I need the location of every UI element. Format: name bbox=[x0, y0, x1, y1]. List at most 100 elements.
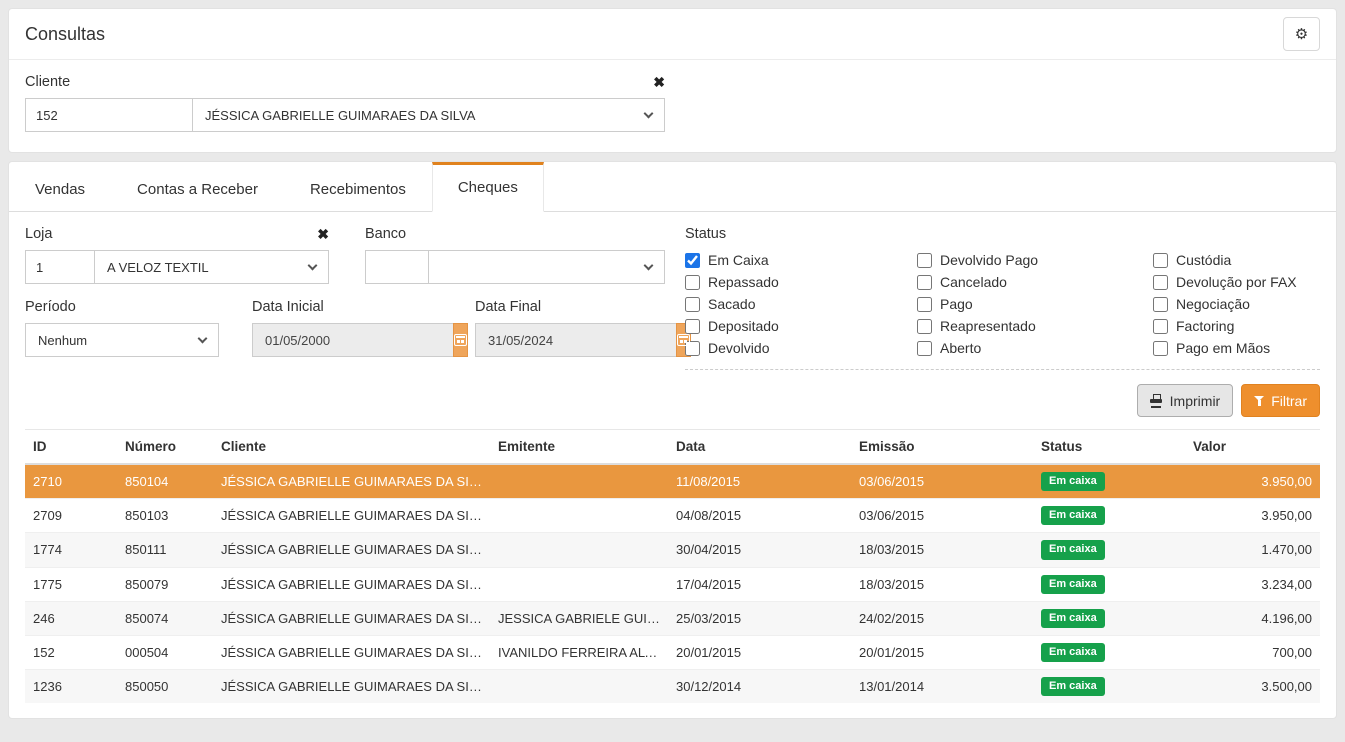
status-checkbox-item[interactable]: Pago em Mãos bbox=[1153, 337, 1320, 359]
status-checkbox-item[interactable]: Sacado bbox=[685, 293, 917, 315]
table-column-header[interactable]: ID bbox=[25, 430, 117, 465]
table-row[interactable]: 1236 850050 JÉSSICA GABRIELLE GUIMARAES … bbox=[25, 670, 1320, 704]
chevron-down-icon bbox=[308, 260, 318, 270]
status-label: Status bbox=[685, 226, 1320, 242]
table-row[interactable]: 1775 850079 JÉSSICA GABRIELLE GUIMARAES … bbox=[25, 567, 1320, 601]
status-checkbox-item[interactable]: Factoring bbox=[1153, 315, 1320, 337]
table-row[interactable]: 246 850074 JÉSSICA GABRIELLE GUIMARAES D… bbox=[25, 601, 1320, 635]
table-column-header[interactable]: Valor bbox=[1185, 430, 1320, 465]
status-badge: Em caixa bbox=[1041, 472, 1105, 491]
table-column-header[interactable]: Status bbox=[1033, 430, 1185, 465]
cell-cliente: JÉSSICA GABRIELLE GUIMARAES DA SILVA bbox=[213, 670, 490, 704]
table-column-header[interactable]: Data bbox=[668, 430, 851, 465]
status-checkbox-item[interactable]: Depositado bbox=[685, 315, 917, 337]
periodo-select[interactable]: Nenhum bbox=[25, 323, 219, 357]
status-checkbox-item[interactable]: Devolvido Pago bbox=[917, 249, 1153, 271]
cell-status: Em caixa bbox=[1033, 499, 1185, 533]
status-checkbox-label: Factoring bbox=[1176, 318, 1234, 334]
cliente-clear-icon[interactable]: ✖ bbox=[653, 75, 665, 89]
tab[interactable]: Vendas bbox=[9, 162, 111, 212]
status-checkbox[interactable] bbox=[1153, 253, 1168, 268]
status-checkbox-item[interactable]: Devolução por FAX bbox=[1153, 271, 1320, 293]
status-checkbox[interactable] bbox=[917, 297, 932, 312]
tab[interactable]: Contas a Receber bbox=[111, 162, 284, 212]
status-checkbox[interactable] bbox=[685, 253, 700, 268]
imprimir-button-label: Imprimir bbox=[1170, 393, 1221, 409]
data-final-input[interactable] bbox=[475, 323, 676, 357]
imprimir-button[interactable]: Imprimir bbox=[1137, 384, 1234, 417]
status-checkbox-label: Devolução por FAX bbox=[1176, 274, 1297, 290]
status-checkbox-label: Repassado bbox=[708, 274, 779, 290]
table-column-header[interactable]: Emitente bbox=[490, 430, 668, 465]
tab[interactable]: Cheques bbox=[432, 162, 544, 212]
filtrar-button[interactable]: Filtrar bbox=[1241, 384, 1320, 417]
status-checkbox-item[interactable]: Devolvido bbox=[685, 337, 917, 359]
cliente-select[interactable]: JÉSSICA GABRIELLE GUIMARAES DA SILVA bbox=[193, 98, 665, 132]
status-checkbox-label: Custódia bbox=[1176, 252, 1231, 268]
tab-bar: Vendas Contas a Receber Recebimentos Che… bbox=[9, 162, 1336, 212]
status-checkbox-item[interactable]: Custódia bbox=[1153, 249, 1320, 271]
loja-select[interactable]: A VELOZ TEXTIL bbox=[95, 250, 329, 284]
status-checkbox-label: Pago bbox=[940, 296, 973, 312]
status-checkbox-item[interactable]: Em Caixa bbox=[685, 249, 917, 271]
cell-valor: 4.196,00 bbox=[1185, 601, 1320, 635]
status-checkbox[interactable] bbox=[685, 275, 700, 290]
status-checkbox-item[interactable]: Pago bbox=[917, 293, 1153, 315]
status-checkbox-label: Em Caixa bbox=[708, 252, 769, 268]
loja-clear-icon[interactable]: ✖ bbox=[317, 227, 329, 241]
data-inicial-calendar-button[interactable] bbox=[453, 323, 468, 357]
consultas-panel: Consultas ⚙ Cliente ✖ JÉSSICA GABRIELLE … bbox=[8, 8, 1337, 153]
status-checkbox-label: Devolvido Pago bbox=[940, 252, 1038, 268]
cell-valor: 3.234,00 bbox=[1185, 567, 1320, 601]
cell-cliente: JÉSSICA GABRIELLE GUIMARAES DA SILVA bbox=[213, 464, 490, 499]
table-column-header[interactable]: Número bbox=[117, 430, 213, 465]
gear-icon: ⚙ bbox=[1295, 25, 1308, 43]
filters-left-column: Loja ✖ A VELOZ TEXTIL Banco bbox=[25, 226, 665, 370]
status-checkbox[interactable] bbox=[1153, 341, 1168, 356]
status-column-3: Custódia Devolução por FAX Negociação bbox=[1153, 249, 1320, 359]
status-checkbox[interactable] bbox=[685, 319, 700, 334]
cell-status: Em caixa bbox=[1033, 635, 1185, 669]
cliente-select-value: JÉSSICA GABRIELLE GUIMARAES DA SILVA bbox=[205, 108, 475, 123]
status-checkbox[interactable] bbox=[917, 253, 932, 268]
status-badge: Em caixa bbox=[1041, 506, 1105, 525]
table-row[interactable]: 152 000504 JÉSSICA GABRIELLE GUIMARAES D… bbox=[25, 635, 1320, 669]
status-badge: Em caixa bbox=[1041, 540, 1105, 559]
table-row[interactable]: 2710 850104 JÉSSICA GABRIELLE GUIMARAES … bbox=[25, 464, 1320, 499]
settings-button[interactable]: ⚙ bbox=[1283, 17, 1320, 51]
cell-data: 17/04/2015 bbox=[668, 567, 851, 601]
status-checkbox[interactable] bbox=[1153, 297, 1168, 312]
cliente-code-input[interactable] bbox=[25, 98, 193, 132]
status-checkbox[interactable] bbox=[1153, 275, 1168, 290]
table-column-header[interactable]: Cliente bbox=[213, 430, 490, 465]
printer-icon bbox=[1150, 394, 1164, 407]
banco-label: Banco bbox=[365, 226, 406, 242]
cell-emitente: JESSICA GABRIELE GUIMARA... bbox=[490, 601, 668, 635]
status-checkbox-item[interactable]: Cancelado bbox=[917, 271, 1153, 293]
status-checkbox[interactable] bbox=[685, 297, 700, 312]
table-column-header[interactable]: Emissão bbox=[851, 430, 1033, 465]
banco-code-input[interactable] bbox=[365, 250, 429, 284]
status-checkbox-item[interactable]: Negociação bbox=[1153, 293, 1320, 315]
table-row[interactable]: 2709 850103 JÉSSICA GABRIELLE GUIMARAES … bbox=[25, 499, 1320, 533]
banco-select[interactable] bbox=[429, 250, 665, 284]
data-inicial-input[interactable] bbox=[252, 323, 453, 357]
tab[interactable]: Recebimentos bbox=[284, 162, 432, 212]
status-checkbox[interactable] bbox=[917, 319, 932, 334]
cell-data: 20/01/2015 bbox=[668, 635, 851, 669]
cell-data: 11/08/2015 bbox=[668, 464, 851, 499]
status-checkbox-item[interactable]: Reapresentado bbox=[917, 315, 1153, 337]
table-row[interactable]: 1774 850111 JÉSSICA GABRIELLE GUIMARAES … bbox=[25, 533, 1320, 567]
status-checkbox[interactable] bbox=[917, 275, 932, 290]
status-checkbox[interactable] bbox=[1153, 319, 1168, 334]
cliente-field-group: Cliente ✖ JÉSSICA GABRIELLE GUIMARAES DA… bbox=[25, 74, 665, 132]
status-checkbox-label: Pago em Mãos bbox=[1176, 340, 1270, 356]
status-checkbox-item[interactable]: Repassado bbox=[685, 271, 917, 293]
main-panel: Vendas Contas a Receber Recebimentos Che… bbox=[8, 161, 1337, 719]
banco-field-group: Banco bbox=[365, 226, 665, 284]
status-checkbox[interactable] bbox=[917, 341, 932, 356]
loja-code-input[interactable] bbox=[25, 250, 95, 284]
status-checkbox-label: Devolvido bbox=[708, 340, 769, 356]
status-checkbox-item[interactable]: Aberto bbox=[917, 337, 1153, 359]
cell-valor: 3.950,00 bbox=[1185, 499, 1320, 533]
